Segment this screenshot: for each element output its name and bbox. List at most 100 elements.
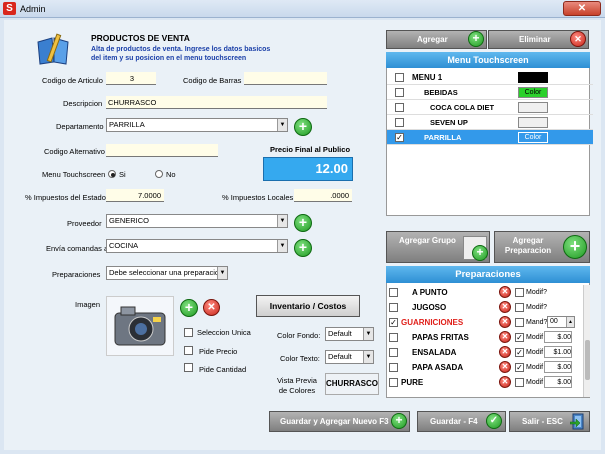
prep-row-guarniciones[interactable]: ✓ GUARNICIONES ✕ Mand? 00 ▲ <box>387 315 593 330</box>
preparaciones-select[interactable]: Debe seleccionar una preparacion ▼ <box>106 266 228 280</box>
modif-checkbox[interactable]: ✓ <box>515 333 524 342</box>
prep-price-field[interactable]: $.00 <box>544 361 572 373</box>
menu-tree: MENU 1 BEBIDAS Color COCA COLA DIET SEVE… <box>387 70 593 216</box>
tree-checkbox[interactable] <box>395 88 404 97</box>
chevron-down-icon[interactable]: ▼ <box>277 215 287 227</box>
codigo-articulo-field[interactable]: 3 <box>106 72 156 85</box>
codigo-articulo-label: Codigo de Articulo <box>42 76 103 85</box>
remove-icon[interactable]: ✕ <box>499 301 511 313</box>
tree-checkbox[interactable] <box>395 103 404 112</box>
tree-row-seven-up[interactable]: SEVEN UP <box>387 115 593 130</box>
tree-row-menu-1[interactable]: MENU 1 <box>387 70 593 85</box>
tree-label: BEBIDAS <box>424 88 458 97</box>
imagen-label: Imagen <box>75 300 101 309</box>
prep-checkbox[interactable] <box>389 363 398 372</box>
prep-row-jugoso[interactable]: JUGOSO ✕ Modif? <box>387 300 593 315</box>
tree-label: SEVEN UP <box>430 118 468 127</box>
chevron-down-icon[interactable]: ▼ <box>363 351 373 363</box>
chevron-down-icon[interactable]: ▼ <box>277 240 287 252</box>
modif-checkbox[interactable] <box>515 303 524 312</box>
departamento-select[interactable]: PARRILLA ▼ <box>106 118 288 132</box>
chevron-down-icon[interactable]: ▼ <box>363 328 373 340</box>
color-texto-select[interactable]: Default ▼ <box>325 350 374 364</box>
agregar-label: Agregar <box>417 35 448 44</box>
envia-value: COCINA <box>109 241 139 250</box>
remove-icon[interactable]: ✕ <box>499 286 511 298</box>
pide-precio-checkbox[interactable] <box>184 346 193 355</box>
guardar-label: Guardar - F4 <box>430 417 478 426</box>
pide-cantidad-checkbox[interactable] <box>184 363 193 372</box>
spinner-icon[interactable]: ▲ <box>566 317 574 327</box>
add-proveedor-icon[interactable]: + <box>294 214 312 232</box>
remove-icon[interactable]: ✕ <box>499 376 511 388</box>
tree-checkbox[interactable]: ✓ <box>395 133 404 142</box>
mand-quantity-stepper[interactable]: 00 ▲ <box>547 316 575 328</box>
modif-checkbox[interactable]: ✓ <box>515 363 524 372</box>
imp-locales-field[interactable]: .0000 <box>294 189 352 202</box>
color-swatch[interactable] <box>518 117 548 128</box>
agregar-grupo-label: Agregar Grupo <box>399 236 456 245</box>
preparaciones-label: Preparaciones <box>52 270 101 279</box>
tree-row-bebidas[interactable]: BEBIDAS Color <box>387 85 593 100</box>
window-close-button[interactable]: ✕ <box>563 1 601 16</box>
color-button[interactable]: Color <box>518 132 548 143</box>
add-envia-icon[interactable]: + <box>294 239 312 257</box>
modif-checkbox[interactable]: ✓ <box>515 348 524 357</box>
proveedor-select[interactable]: GENERICO ▼ <box>106 214 288 228</box>
codigo-barras-label: Codigo de Barras <box>183 76 242 85</box>
color-texto-value: Default <box>328 352 352 361</box>
preparaciones-value: Debe seleccionar una preparacion <box>109 268 224 277</box>
scrollbar-thumb[interactable] <box>585 340 590 380</box>
plus-icon: + <box>563 235 587 259</box>
envia-select[interactable]: COCINA ▼ <box>106 239 288 253</box>
radio-no[interactable] <box>155 170 163 178</box>
tree-checkbox[interactable] <box>395 73 404 82</box>
tree-checkbox[interactable] <box>395 118 404 127</box>
descripcion-field[interactable]: CHURRASCO <box>106 96 327 109</box>
codigo-alternativo-field[interactable] <box>106 144 218 157</box>
precio-final-label: Precio Final al Publico <box>270 145 351 154</box>
tree-row-coca-cola-diet[interactable]: COCA COLA DIET <box>387 100 593 115</box>
prep-checkbox[interactable] <box>389 288 398 297</box>
mand-checkbox[interactable] <box>515 318 524 327</box>
color-fondo-select[interactable]: Default ▼ <box>325 327 374 341</box>
add-image-icon[interactable]: + <box>180 299 198 317</box>
prep-checkbox[interactable]: ✓ <box>389 318 398 327</box>
prep-price-field[interactable]: $.00 <box>544 376 572 388</box>
pide-cantidad-label: Pide Cantidad <box>199 365 247 374</box>
prep-checkbox[interactable] <box>389 303 398 312</box>
color-swatch[interactable] <box>518 72 548 83</box>
remove-icon[interactable]: ✕ <box>499 361 511 373</box>
color-button[interactable]: Color <box>518 87 548 98</box>
tree-row-parrilla[interactable]: ✓ PARRILLA Color <box>387 130 593 145</box>
remove-icon[interactable]: ✕ <box>499 316 511 328</box>
prep-row-papa-asada[interactable]: PAPA ASADA ✕ ✓ Modif $.00 <box>387 360 593 375</box>
precio-final-field[interactable]: 12.00 <box>263 157 353 181</box>
prep-row-pure[interactable]: PURE ✕ Modif $.00 <box>387 375 593 390</box>
prep-row-ensalada[interactable]: ENSALADA ✕ ✓ Modif $1.00 <box>387 345 593 360</box>
remove-image-icon[interactable]: ✕ <box>203 299 220 316</box>
inventario-costos-button[interactable]: Inventario / Costos <box>256 295 360 317</box>
prep-checkbox[interactable] <box>389 333 398 342</box>
prep-checkbox[interactable] <box>389 378 398 387</box>
imp-estado-field[interactable]: 7.0000 <box>106 189 164 202</box>
radio-si[interactable] <box>108 170 116 178</box>
remove-icon[interactable]: ✕ <box>499 346 511 358</box>
preparaciones-scrollbar[interactable] <box>583 285 590 397</box>
prep-checkbox[interactable] <box>389 348 398 357</box>
modif-checkbox[interactable] <box>515 288 524 297</box>
prep-price-field[interactable]: $.00 <box>544 331 572 343</box>
color-swatch[interactable] <box>518 102 548 113</box>
modif-checkbox[interactable] <box>515 378 524 387</box>
prep-price-field[interactable]: $1.00 <box>544 346 572 358</box>
guardar-nuevo-button[interactable]: Guardar y Agregar Nuevo F3 <box>269 411 410 432</box>
add-departamento-icon[interactable]: + <box>294 118 312 136</box>
chevron-down-icon[interactable]: ▼ <box>277 119 287 131</box>
remove-icon[interactable]: ✕ <box>499 331 511 343</box>
camera-image[interactable] <box>106 296 174 356</box>
prep-row-papas-fritas[interactable]: PAPAS FRITAS ✕ ✓ Modif $.00 <box>387 330 593 345</box>
prep-row-a-punto[interactable]: A PUNTO ✕ Modif? <box>387 285 593 300</box>
codigo-barras-field[interactable] <box>244 72 327 85</box>
chevron-down-icon[interactable]: ▼ <box>217 267 227 279</box>
seleccion-unica-checkbox[interactable] <box>184 328 193 337</box>
